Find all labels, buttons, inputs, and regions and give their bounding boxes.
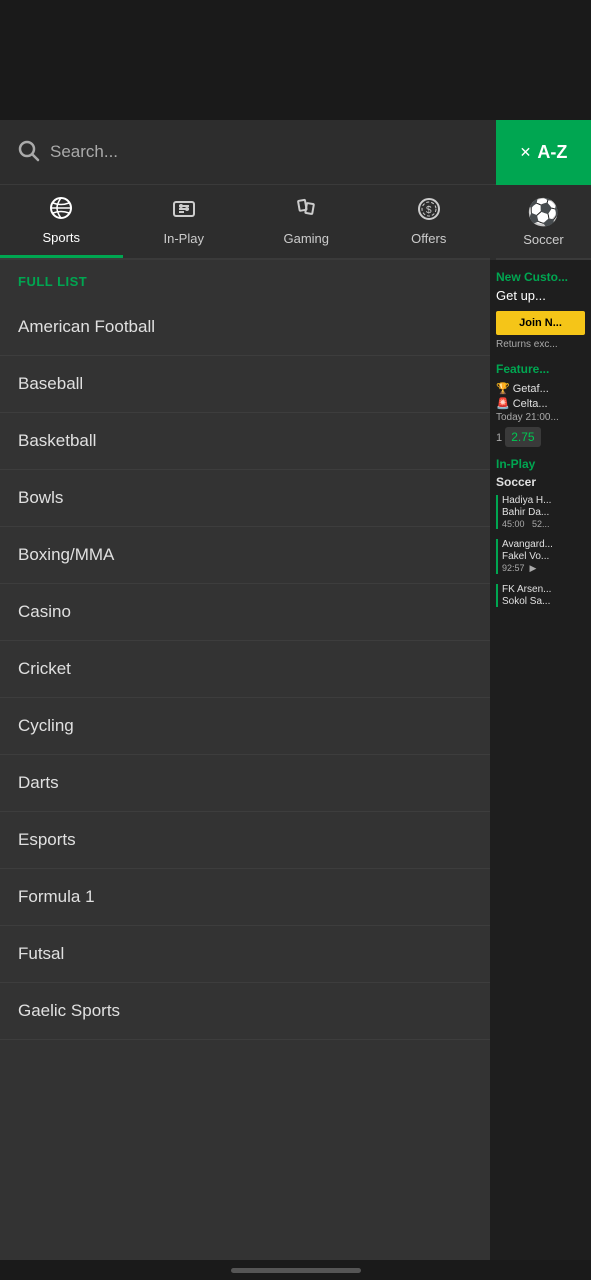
get-up-text: Get up... xyxy=(496,288,585,303)
sport-item-futsal[interactable]: Futsal xyxy=(0,926,490,983)
soccer-tab-label: Soccer xyxy=(523,232,563,247)
join-now-button[interactable]: Join N... xyxy=(496,311,585,335)
team2-label: Celta... xyxy=(513,398,548,410)
offers-icon: $ xyxy=(417,197,441,227)
odds-row: 1 2.75 xyxy=(496,427,585,447)
top-status-bar xyxy=(0,0,591,120)
gaming-icon xyxy=(294,197,318,227)
right-panel-content: New Custo... Get up... Join N... Returns… xyxy=(490,260,591,1260)
featured-label: Feature... xyxy=(496,362,585,376)
sports-list: FULL LIST American Football Baseball Bas… xyxy=(0,260,490,1260)
team2-name: 🚨 Celta... xyxy=(496,397,585,410)
tab-gaming-label: Gaming xyxy=(283,231,329,246)
live-match-2: Avangard... Fakel Vo... 92:57 ▶ xyxy=(496,539,585,574)
soccer-section-label: Soccer xyxy=(496,475,585,489)
sport-item-gaelic[interactable]: Gaelic Sports xyxy=(0,983,490,1040)
match-time: Today 21:00... xyxy=(496,412,585,423)
team1-name: 🏆 Getaf... xyxy=(496,382,585,395)
live-time1: 45:00 52... xyxy=(502,519,585,529)
tab-offers-label: Offers xyxy=(411,231,446,246)
az-button[interactable]: ✕ A-Z xyxy=(496,120,591,185)
live-match-1: Hadiya H... Bahir Da... 45:00 52... xyxy=(496,495,585,529)
tab-sports-label: Sports xyxy=(42,230,80,245)
tab-inplay[interactable]: In-Play xyxy=(123,185,246,258)
in-play-label: In-Play xyxy=(496,457,585,471)
sport-item-darts[interactable]: Darts xyxy=(0,755,490,812)
live-time2: 92:57 ▶ xyxy=(502,563,585,574)
sport-item-cricket[interactable]: Cricket xyxy=(0,641,490,698)
sport-item-boxing[interactable]: Boxing/MMA xyxy=(0,527,490,584)
search-placeholder[interactable]: Search... xyxy=(50,142,118,162)
live-team5: FK Arsen... xyxy=(502,584,585,595)
home-indicator xyxy=(231,1268,361,1273)
sport-item-bowls[interactable]: Bowls xyxy=(0,470,490,527)
featured-match: 🏆 Getaf... 🚨 Celta... Today 21:00... 1 2… xyxy=(496,382,585,447)
inplay-icon xyxy=(172,197,196,227)
live-team2: Bahir Da... xyxy=(502,507,585,518)
tab-inplay-label: In-Play xyxy=(164,231,204,246)
az-label: A-Z xyxy=(537,142,567,163)
home-indicator-bar xyxy=(0,1260,591,1280)
search-icon xyxy=(16,138,40,167)
sport-item-formula1[interactable]: Formula 1 xyxy=(0,869,490,926)
svg-text:$: $ xyxy=(426,205,432,216)
sport-item-basketball[interactable]: Basketball xyxy=(0,413,490,470)
tab-soccer[interactable]: ⚽ Soccer xyxy=(496,185,591,260)
sport-item-cycling[interactable]: Cycling xyxy=(0,698,490,755)
sport-item-baseball[interactable]: Baseball xyxy=(0,356,490,413)
new-customer-label: New Custo... xyxy=(496,270,585,284)
sport-item-esports[interactable]: Esports xyxy=(0,812,490,869)
team1-icon: 🏆 xyxy=(496,382,510,395)
tab-sports[interactable]: Sports xyxy=(0,185,123,258)
live-team6: Sokol Sa... xyxy=(502,596,585,607)
odds-value[interactable]: 2.75 xyxy=(505,427,540,447)
soccer-ball-icon: ⚽ xyxy=(527,197,559,228)
sports-icon xyxy=(49,196,73,226)
close-icon: ✕ xyxy=(520,144,532,161)
live-team1: Hadiya H... xyxy=(502,495,585,506)
full-list-label: FULL LIST xyxy=(0,260,490,299)
nav-tabs: Sports In-Play Gaming xyxy=(0,185,490,260)
returns-text: Returns exc... xyxy=(496,339,585,350)
live-team4: Fakel Vo... xyxy=(502,551,585,562)
sport-item-casino[interactable]: Casino xyxy=(0,584,490,641)
live-team3: Avangard... xyxy=(502,539,585,550)
sport-item-american-football[interactable]: American Football xyxy=(0,299,490,356)
tab-offers[interactable]: $ Offers xyxy=(368,185,491,258)
team1-label: Getaf... xyxy=(513,383,549,395)
live-match-3: FK Arsen... Sokol Sa... xyxy=(496,584,585,607)
team2-icon: 🚨 xyxy=(496,397,510,410)
tab-gaming[interactable]: Gaming xyxy=(245,185,368,258)
